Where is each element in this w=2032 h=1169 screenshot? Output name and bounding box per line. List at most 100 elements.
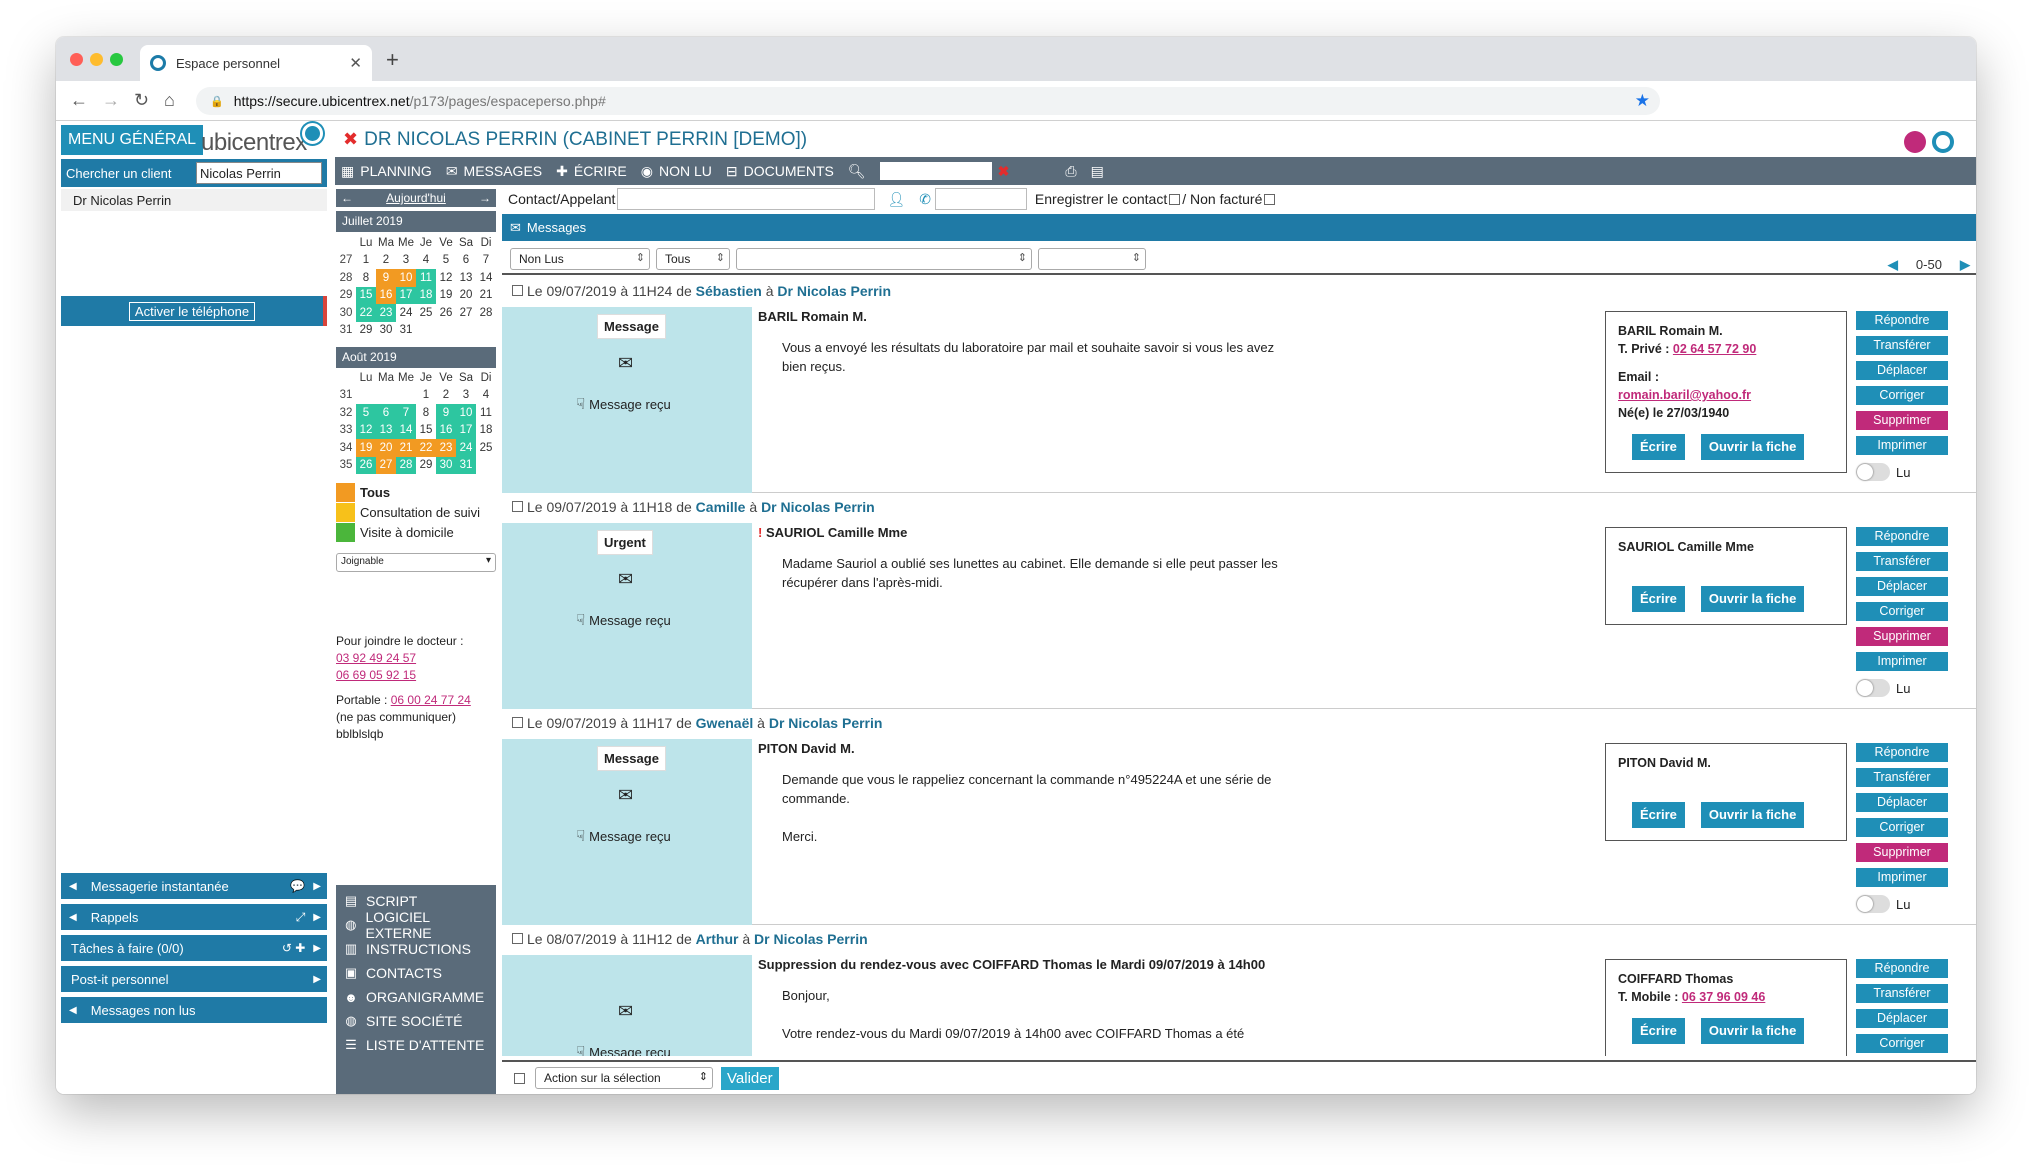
action-print-button[interactable]: Imprimer bbox=[1856, 652, 1948, 671]
calendar-day[interactable]: 2 bbox=[376, 252, 396, 270]
action-transfer-button[interactable]: Transférer bbox=[1856, 336, 1948, 355]
bookmark-star-icon[interactable]: ★ bbox=[1635, 91, 1650, 111]
calendar-day[interactable]: 27 bbox=[376, 456, 396, 474]
sender-filter-select[interactable]: Tous bbox=[656, 248, 730, 270]
documents-button[interactable]: ⊟ DOCUMENTS bbox=[726, 163, 834, 180]
prev-arrow-icon[interactable]: ← bbox=[341, 191, 353, 205]
forward-icon[interactable]: → bbox=[102, 90, 120, 111]
category-filter-select[interactable] bbox=[736, 248, 1032, 270]
calendar-day[interactable]: 15 bbox=[356, 286, 376, 304]
message-checkbox[interactable] bbox=[512, 501, 523, 512]
action-reply-button[interactable]: Répondre bbox=[1856, 743, 1948, 762]
close-client-icon[interactable]: ✖ bbox=[343, 129, 358, 149]
calendar-day[interactable]: 6 bbox=[456, 252, 476, 270]
calendar-day[interactable]: 23 bbox=[376, 304, 396, 322]
messages-button[interactable]: ✉ MESSAGES bbox=[446, 163, 542, 180]
action-reply-button[interactable]: Répondre bbox=[1856, 311, 1948, 330]
clear-search-icon[interactable]: ✖ bbox=[998, 163, 1010, 180]
calendar-day[interactable]: 13 bbox=[456, 269, 476, 287]
side-item-instant-messaging[interactable]: ◀ Messagerie instantanée 💬 ▶ bbox=[61, 873, 327, 899]
calendar-day[interactable]: 14 bbox=[396, 421, 416, 439]
validate-button[interactable]: Valider bbox=[721, 1066, 779, 1090]
action-transfer-button[interactable]: Transférer bbox=[1856, 984, 1948, 1003]
action-transfer-button[interactable]: Transférer bbox=[1856, 768, 1948, 787]
calendar-day[interactable]: 3 bbox=[456, 387, 476, 405]
calendar-day[interactable]: 1 bbox=[416, 387, 436, 405]
phone-icon[interactable]: ✆ bbox=[919, 191, 931, 208]
calendar-day[interactable]: 9 bbox=[436, 404, 456, 422]
tool-company-site[interactable]: ◍ SITE SOCIÉTÉ bbox=[336, 1009, 496, 1033]
message-checkbox[interactable] bbox=[512, 717, 523, 728]
action-delete-button[interactable]: Supprimer bbox=[1856, 843, 1948, 862]
maximize-window-dot[interactable] bbox=[110, 53, 123, 66]
tool-external-software[interactable]: ◍ LOGICIEL EXTERNE bbox=[336, 909, 496, 941]
calendar-day[interactable]: 13 bbox=[376, 421, 396, 439]
read-toggle[interactable]: Lu bbox=[1856, 463, 1948, 481]
card-write-button[interactable]: Écrire bbox=[1632, 802, 1685, 828]
action-print-button[interactable]: Imprimer bbox=[1856, 436, 1948, 455]
action-correct-button[interactable]: Corriger bbox=[1856, 818, 1948, 837]
toolbar-search-input[interactable] bbox=[879, 162, 992, 180]
next-page-icon[interactable]: ▶ bbox=[1960, 257, 1970, 272]
minimize-window-dot[interactable] bbox=[90, 53, 103, 66]
close-window-dot[interactable] bbox=[70, 53, 83, 66]
prev-page-icon[interactable]: ◀ bbox=[1888, 257, 1898, 272]
action-reply-button[interactable]: Répondre bbox=[1856, 527, 1948, 546]
action-correct-button[interactable]: Corriger bbox=[1856, 602, 1948, 621]
message-sender[interactable]: Camille bbox=[696, 499, 746, 515]
calendar-day[interactable]: 12 bbox=[436, 269, 456, 287]
print-icon[interactable]: ⎙ bbox=[1065, 163, 1076, 180]
bulk-action-select[interactable]: Action sur la sélection bbox=[535, 1067, 713, 1089]
toggle-switch[interactable] bbox=[1856, 679, 1890, 697]
calendar-day[interactable]: 31 bbox=[456, 456, 476, 474]
calendar-day[interactable]: 22 bbox=[416, 439, 436, 457]
notifications-icon[interactable] bbox=[1904, 131, 1926, 153]
card-write-button[interactable]: Écrire bbox=[1632, 1018, 1685, 1044]
calendar-day[interactable]: 18 bbox=[416, 286, 436, 304]
calendar-day[interactable]: 25 bbox=[476, 439, 496, 457]
calendar-day[interactable]: 11 bbox=[476, 404, 496, 422]
calendar-day[interactable]: 28 bbox=[476, 304, 496, 322]
message-checkbox[interactable] bbox=[512, 285, 523, 296]
card-write-button[interactable]: Écrire bbox=[1632, 434, 1685, 460]
legend-item[interactable]: Consultation de suivi bbox=[336, 502, 496, 522]
availability-select[interactable]: Joignable bbox=[336, 553, 496, 572]
select-all-checkbox[interactable] bbox=[514, 1072, 525, 1084]
message-recipient[interactable]: Dr Nicolas Perrin bbox=[754, 931, 868, 947]
close-tab-icon[interactable]: ✕ bbox=[349, 54, 362, 72]
side-item-postit[interactable]: Post-it personnel ▶ bbox=[61, 966, 327, 992]
month-header-august[interactable]: Août 2019 bbox=[336, 347, 496, 368]
card-open-record-button[interactable]: Ouvrir la fiche bbox=[1700, 586, 1805, 612]
calendar-day[interactable]: 17 bbox=[396, 286, 416, 304]
action-correct-button[interactable]: Corriger bbox=[1856, 1034, 1948, 1053]
notebook-icon[interactable]: ▤ bbox=[1091, 163, 1104, 180]
today-link[interactable]: Aujourd'hui bbox=[386, 191, 446, 205]
calendar-day[interactable]: 17 bbox=[456, 421, 476, 439]
action-move-button[interactable]: Déplacer bbox=[1856, 361, 1948, 380]
card-phone-link[interactable]: 02 64 57 72 90 bbox=[1673, 342, 1756, 356]
calendar-day[interactable]: 19 bbox=[436, 287, 456, 305]
calendar-day[interactable]: 16 bbox=[436, 421, 456, 439]
message-sender[interactable]: Gwenaël bbox=[696, 715, 754, 731]
message-recipient[interactable]: Dr Nicolas Perrin bbox=[769, 715, 883, 731]
message-recipient[interactable]: Dr Nicolas Perrin bbox=[777, 283, 891, 299]
unread-button[interactable]: ◉ NON LU bbox=[641, 163, 712, 180]
calendar-day[interactable]: 20 bbox=[456, 287, 476, 305]
new-tab-icon[interactable]: + bbox=[386, 47, 399, 73]
card-write-button[interactable]: Écrire bbox=[1632, 586, 1685, 612]
calendar-day[interactable]: 11 bbox=[416, 269, 436, 287]
calendar-day[interactable]: 20 bbox=[376, 439, 396, 457]
activate-phone-button[interactable]: Activer le téléphone bbox=[128, 301, 256, 321]
calendar-day[interactable]: 25 bbox=[416, 304, 436, 322]
client-search-input[interactable]: Nicolas Perrin bbox=[196, 162, 322, 184]
action-delete-button[interactable]: Supprimer bbox=[1856, 627, 1948, 646]
next-arrow-icon[interactable]: → bbox=[479, 191, 491, 205]
side-item-unread-messages[interactable]: ◀ Messages non lus bbox=[61, 997, 327, 1023]
toggle-switch[interactable] bbox=[1856, 463, 1890, 481]
action-correct-button[interactable]: Corriger bbox=[1856, 386, 1948, 405]
status-filter-select[interactable]: Non Lus bbox=[510, 248, 650, 270]
calendar-day[interactable]: 22 bbox=[356, 304, 376, 322]
side-item-reminders[interactable]: ◀ Rappels ⤢ ▶ bbox=[61, 904, 327, 930]
calendar-day[interactable]: 1 bbox=[356, 252, 376, 270]
help-lifebuoy-icon[interactable] bbox=[1932, 131, 1954, 153]
